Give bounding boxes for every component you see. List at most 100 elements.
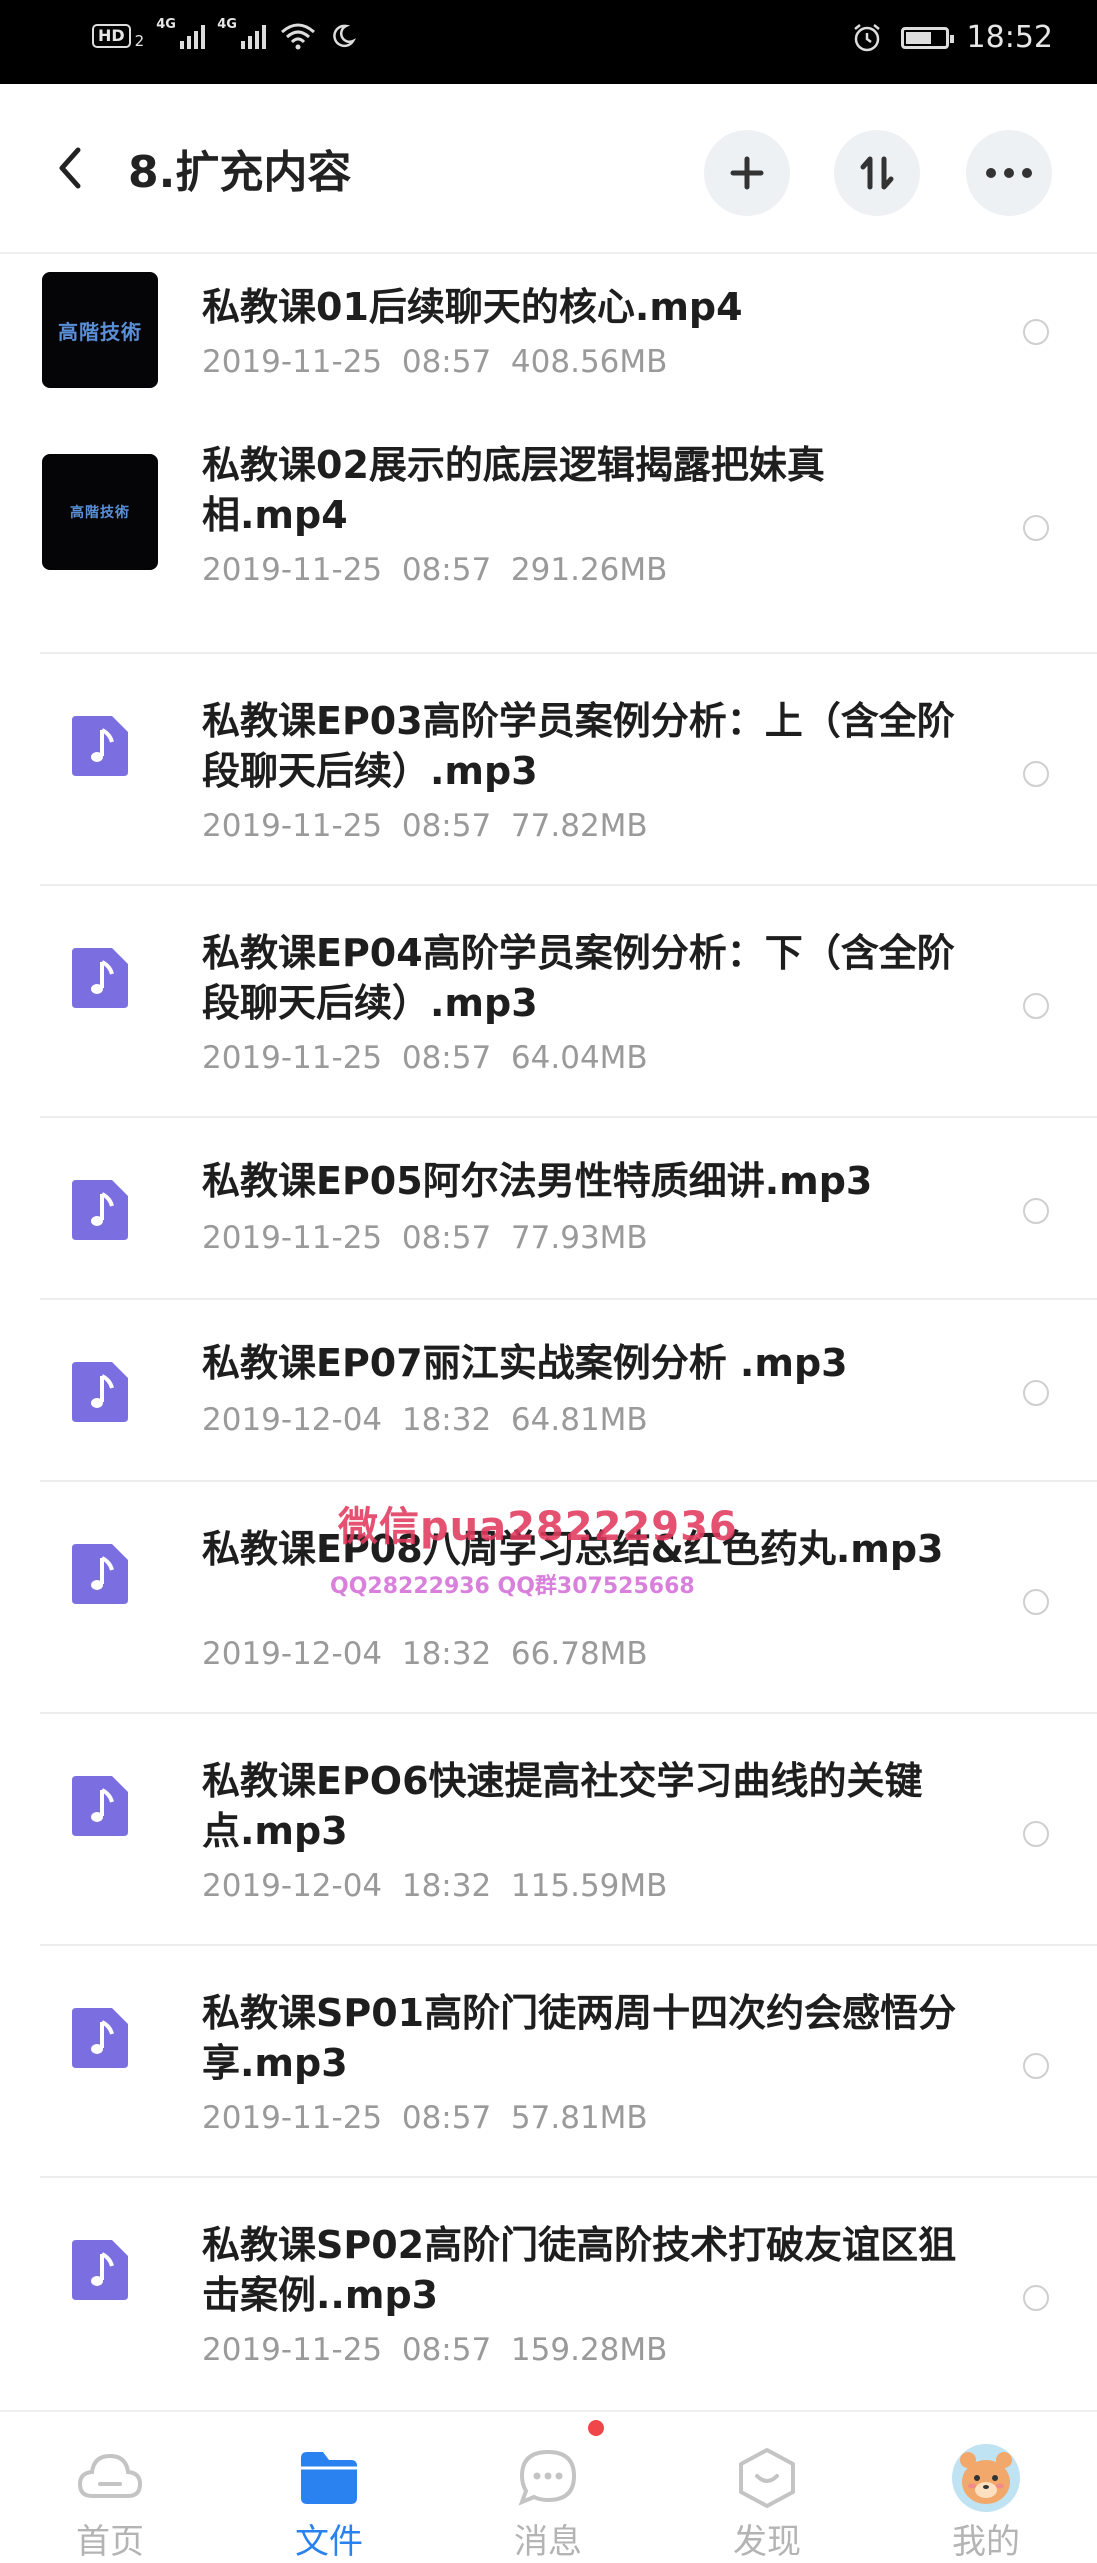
file-name: 私教课EP04高阶学员案例分析：下（含全阶段聊天后续）.mp3 <box>202 931 955 1025</box>
bottom-nav: 首页 文件 消息 发现 我的 <box>0 2410 1097 2562</box>
file-meta: 2019-11-25 08:57 77.82MB <box>202 808 648 844</box>
select-radio[interactable] <box>1023 1198 1049 1224</box>
select-radio[interactable] <box>1023 2053 1049 2079</box>
file-row[interactable]: 私教课EP04高阶学员案例分析：下（含全阶段聊天后续）.mp3 2019-11-… <box>0 886 1097 1118</box>
more-icon <box>986 168 1032 178</box>
file-meta: 2019-11-25 08:57 77.93MB <box>202 1220 648 1256</box>
battery-icon <box>900 26 954 49</box>
video-thumbnail: 高階技術 <box>42 272 158 388</box>
nav-messages-label: 消息 <box>514 2522 582 2562</box>
select-radio[interactable] <box>1023 2285 1049 2311</box>
file-date: 2019-11-25 08:57 <box>202 808 492 844</box>
chat-icon <box>518 2449 577 2506</box>
unread-badge <box>588 2420 604 2436</box>
file-date: 2019-11-25 08:57 <box>202 2332 492 2368</box>
nav-profile-label: 我的 <box>952 2522 1020 2562</box>
page-title: 8.扩充内容 <box>128 147 352 198</box>
file-row[interactable]: 私教课EP07丽江实战案例分析 .mp3 2019-12-04 18:32 64… <box>0 1300 1097 1482</box>
file-meta: 2019-12-04 18:32 115.59MB <box>202 1868 667 1904</box>
network-type-1: 4G <box>156 17 176 32</box>
file-meta: 2019-11-25 08:57 57.81MB <box>202 2100 648 2136</box>
audio-file-icon <box>72 1180 128 1240</box>
file-size: 291.26MB <box>510 552 668 588</box>
audio-file-icon <box>72 1362 128 1422</box>
sort-button[interactable] <box>834 130 920 216</box>
moon-icon <box>333 24 357 48</box>
file-meta: 2019-12-04 18:32 66.78MB <box>202 1636 648 1672</box>
file-date: 2019-11-25 08:57 <box>202 1220 492 1256</box>
file-date: 2019-11-25 08:57 <box>202 552 492 588</box>
wifi-icon <box>281 23 316 50</box>
file-size: 408.56MB <box>510 344 668 380</box>
file-meta: 2019-12-04 18:32 64.81MB <box>202 1402 648 1438</box>
file-meta: 2019-11-25 08:57 159.28MB <box>202 2332 667 2368</box>
hd-sim-number: 2 <box>134 32 145 50</box>
signal-icon-2: 4G <box>217 17 267 49</box>
file-row[interactable]: 高階技術 私教课01后续聊天的核心.mp4 2019-11-25 08:57 4… <box>0 252 1097 398</box>
file-name: 私教课02展示的底层逻辑揭露把妹真相.mp4 <box>202 443 825 537</box>
file-row[interactable]: 私教课EP03高阶学员案例分析：上（含全阶段聊天后续）.mp3 2019-11-… <box>0 654 1097 886</box>
sort-icon <box>860 156 894 190</box>
file-meta: 2019-11-25 08:57 408.56MB <box>202 344 667 380</box>
nav-home-label: 首页 <box>76 2522 144 2562</box>
audio-file-icon <box>72 1544 128 1604</box>
watermark-line-1: 微信pua28222936 <box>338 1504 738 1550</box>
status-left: HD 2 4G 4G <box>92 17 357 50</box>
watermark-line-2: QQ28222936 QQ群307525668 <box>330 1574 695 1599</box>
file-size: 64.81MB <box>510 1402 648 1438</box>
file-row[interactable]: 私教课EP05阿尔法男性特质细讲.mp3 2019-11-25 08:57 77… <box>0 1118 1097 1300</box>
select-radio[interactable] <box>1023 1589 1049 1615</box>
file-size: 159.28MB <box>510 2332 668 2368</box>
file-size: 77.93MB <box>510 1220 648 1256</box>
select-radio[interactable] <box>1023 761 1049 787</box>
file-size: 64.04MB <box>510 1040 648 1076</box>
audio-file-icon <box>72 948 128 1008</box>
nav-files[interactable]: 文件 <box>259 2412 399 2562</box>
network-type-2: 4G <box>217 17 237 32</box>
nav-profile[interactable]: 我的 <box>916 2412 1056 2562</box>
hd-indicator: HD <box>92 24 131 48</box>
discover-icon <box>739 2448 795 2508</box>
add-button[interactable] <box>704 130 790 216</box>
alarm-icon <box>853 23 880 51</box>
file-size: 57.81MB <box>510 2100 648 2136</box>
file-row[interactable]: 私教课SP02高阶门徒高阶技术打破友谊区狙击案例..mp3 2019-11-25… <box>0 2178 1097 2410</box>
nav-home[interactable]: 首页 <box>40 2412 180 2562</box>
folder-icon <box>301 2452 357 2504</box>
select-radio[interactable] <box>1023 319 1049 345</box>
select-radio[interactable] <box>1023 1380 1049 1406</box>
audio-file-icon <box>72 1776 128 1836</box>
clock: 18:52 <box>966 20 1053 55</box>
file-row[interactable]: 高階技術 私教课02展示的底层逻辑揭露把妹真相.mp4 2019-11-25 0… <box>0 398 1097 654</box>
audio-file-icon <box>72 2008 128 2068</box>
file-row[interactable]: 私教课SP01高阶门徒两周十四次约会感悟分享.mp3 2019-11-25 08… <box>0 1946 1097 2178</box>
audio-file-icon <box>72 716 128 776</box>
file-name: 私教课EP03高阶学员案例分析：上（含全阶段聊天后续）.mp3 <box>202 699 955 793</box>
file-meta: 2019-11-25 08:57 291.26MB <box>202 552 667 588</box>
nav-files-label: 文件 <box>295 2522 363 2562</box>
file-size: 77.82MB <box>510 808 648 844</box>
back-button[interactable] <box>48 140 92 196</box>
select-radio[interactable] <box>1023 515 1049 541</box>
file-row[interactable]: 私教课EPO6快速提高社交学习曲线的关键点.mp3 2019-12-04 18:… <box>0 1714 1097 1946</box>
select-radio[interactable] <box>1023 1821 1049 1847</box>
nav-discover[interactable]: 发现 <box>697 2412 837 2562</box>
select-radio[interactable] <box>1023 993 1049 1019</box>
thumbnail-text: 高階技術 <box>70 505 130 521</box>
audio-file-icon <box>72 2240 128 2300</box>
file-name: 私教课01后续聊天的核心.mp4 <box>202 285 743 329</box>
file-name: 私教课SP01高阶门徒两周十四次约会感悟分享.mp3 <box>202 1991 957 2085</box>
file-date: 2019-11-25 08:57 <box>202 1040 492 1076</box>
thumbnail-text: 高階技術 <box>58 319 142 344</box>
file-name: 私教课EPO6快速提高社交学习曲线的关键点.mp3 <box>202 1759 923 1853</box>
file-date: 2019-12-04 18:32 <box>202 1636 492 1672</box>
nav-discover-label: 发现 <box>733 2522 801 2562</box>
file-name: 私教课EP07丽江实战案例分析 .mp3 <box>202 1341 848 1385</box>
file-size: 66.78MB <box>510 1636 648 1672</box>
file-meta: 2019-11-25 08:57 64.04MB <box>202 1040 648 1076</box>
video-thumbnail: 高階技術 <box>42 454 158 570</box>
file-size: 115.59MB <box>510 1868 668 1904</box>
more-button[interactable] <box>966 130 1052 216</box>
signal-icon-1: 4G <box>156 17 206 49</box>
avatar-icon <box>952 2444 1020 2512</box>
